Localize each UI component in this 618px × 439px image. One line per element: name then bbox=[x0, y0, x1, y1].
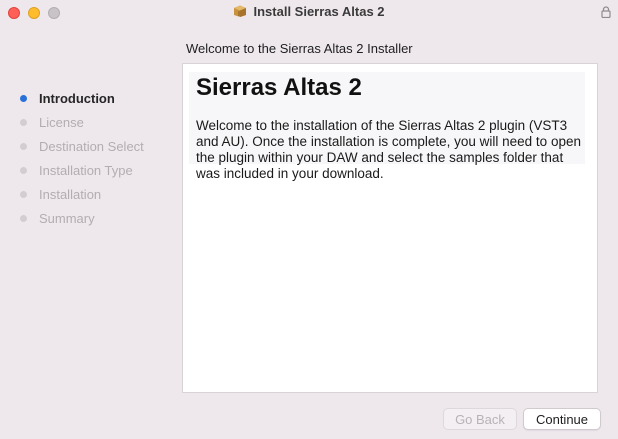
step-indicator bbox=[20, 190, 27, 198]
step-label: Destination Select bbox=[39, 138, 144, 154]
step-installation: Installation bbox=[20, 182, 144, 206]
window-title: Install Sierras Altas 2 bbox=[0, 4, 618, 19]
continue-button[interactable]: Continue bbox=[523, 408, 601, 430]
installer-window: Install Sierras Altas 2 Welcome to the S… bbox=[0, 0, 618, 439]
title-bar[interactable]: Install Sierras Altas 2 bbox=[0, 0, 618, 26]
step-destination-select: Destination Select bbox=[20, 134, 144, 158]
lock-icon bbox=[601, 6, 611, 18]
window-title-text: Install Sierras Altas 2 bbox=[253, 4, 385, 19]
step-indicator bbox=[20, 142, 27, 150]
step-indicator bbox=[20, 214, 27, 222]
step-indicator bbox=[20, 118, 27, 126]
step-license: License bbox=[20, 110, 144, 134]
step-list: Introduction License Destination Select … bbox=[20, 86, 144, 230]
step-indicator bbox=[20, 94, 27, 102]
installer-subtitle: Welcome to the Sierras Altas 2 Installer bbox=[186, 41, 413, 56]
step-label: Installation Type bbox=[39, 162, 133, 178]
content-body: Welcome to the installation of the Sierr… bbox=[196, 118, 581, 181]
go-back-button[interactable]: Go Back bbox=[443, 408, 517, 430]
step-label: Summary bbox=[39, 210, 95, 226]
content-heading: Sierras Altas 2 bbox=[196, 74, 362, 101]
step-label: Introduction bbox=[39, 90, 115, 106]
package-icon bbox=[234, 5, 247, 17]
step-summary: Summary bbox=[20, 206, 144, 230]
step-introduction: Introduction bbox=[20, 86, 144, 110]
content-panel[interactable]: Sierras Altas 2 Welcome to the installat… bbox=[182, 63, 598, 393]
step-installation-type: Installation Type bbox=[20, 158, 144, 182]
step-indicator bbox=[20, 166, 27, 174]
step-label: License bbox=[39, 114, 84, 130]
step-label: Installation bbox=[39, 186, 102, 202]
